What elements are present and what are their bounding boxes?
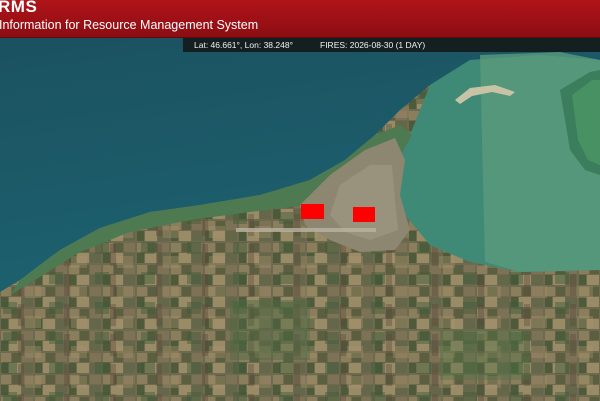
coordinate-bar: Lat: 46.661°, Lon: 38.248° FIRES: 2026-0… — [183, 38, 600, 52]
fire-hotspot[interactable] — [353, 207, 375, 222]
coordinate-readout: Lat: 46.661°, Lon: 38.248° — [194, 40, 293, 50]
satellite-imagery — [0, 0, 600, 401]
fire-hotspot[interactable] — [301, 204, 324, 219]
app-header: RMS Information for Resource Management … — [0, 0, 600, 38]
fires-date-label: FIRES: 2026-08-30 (1 DAY) — [320, 40, 426, 50]
app-subtitle: Information for Resource Management Syst… — [0, 18, 259, 32]
app-title: RMS — [0, 0, 38, 16]
satellite-map[interactable] — [0, 0, 600, 401]
